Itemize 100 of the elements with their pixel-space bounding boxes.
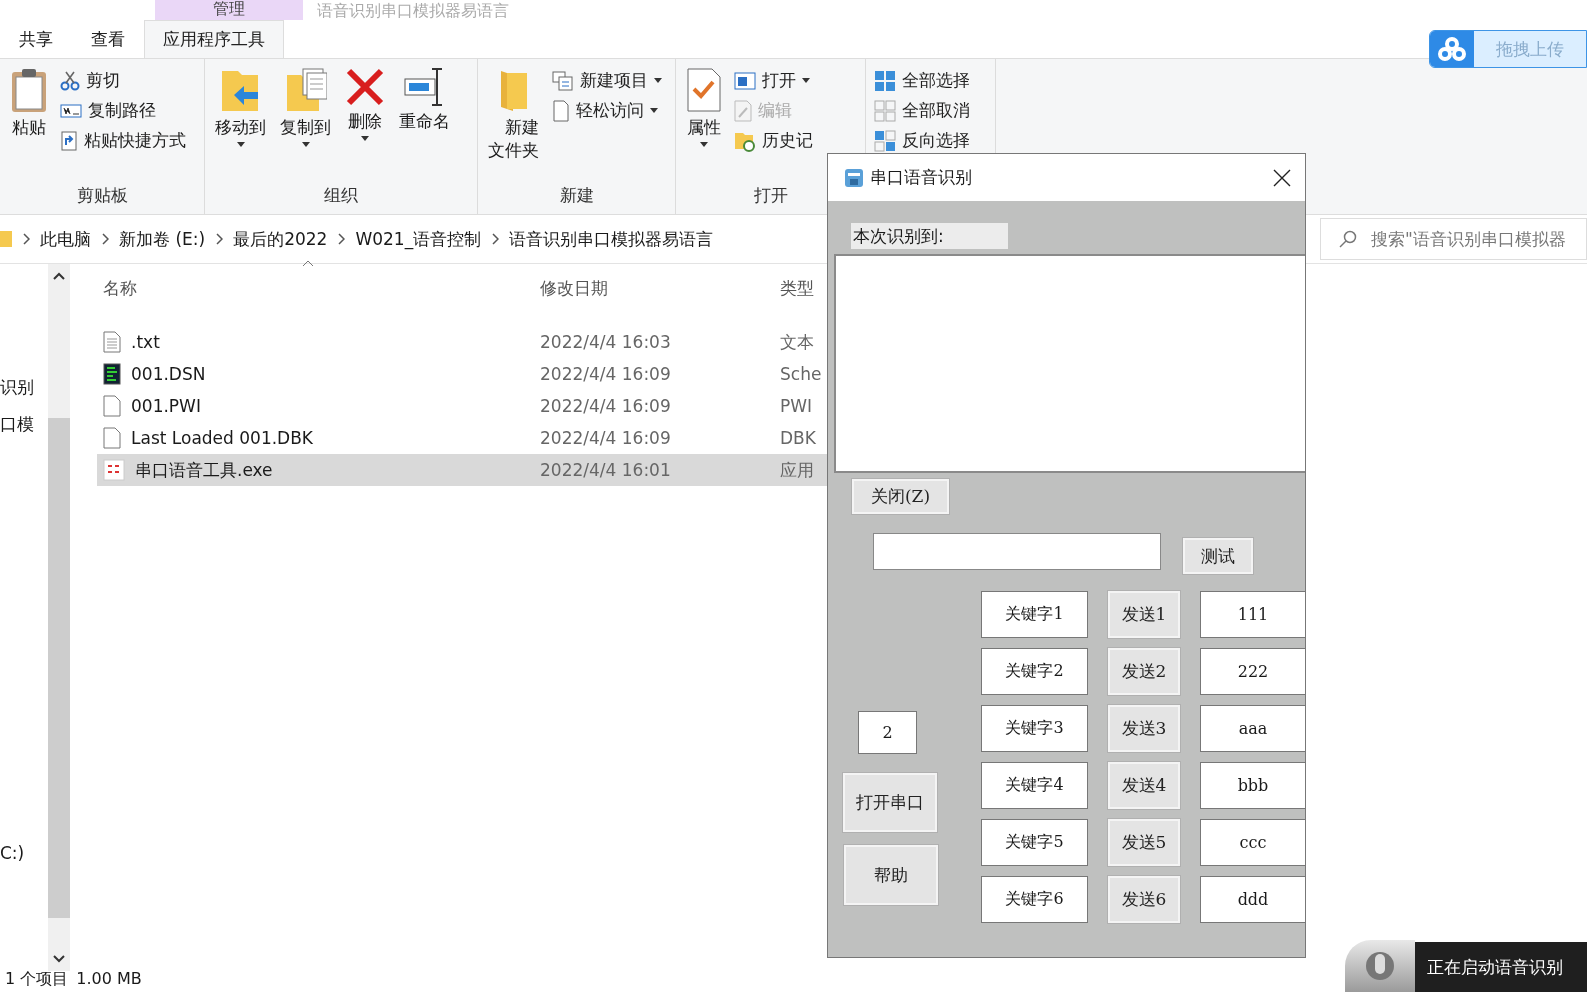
keyword-field[interactable]: 关键字4 xyxy=(981,762,1088,809)
file-date: 2022/4/4 16:09 xyxy=(539,428,672,448)
value-field[interactable]: 111 xyxy=(1200,591,1305,638)
ribbon-button[interactable]: 剪切 xyxy=(60,67,186,94)
keyword-field[interactable]: 关键字5 xyxy=(981,819,1088,866)
ribbon-button[interactable]: 新建文件夹 xyxy=(486,65,542,184)
column-header[interactable]: 类型 xyxy=(770,276,814,300)
column-header[interactable]: 名称 xyxy=(103,276,137,300)
breadcrumb[interactable]: 新加卷 (E:) xyxy=(119,227,206,251)
value-field[interactable]: 222 xyxy=(1200,648,1305,695)
ribbon-button[interactable]: 粘贴快捷方式 xyxy=(60,127,186,154)
ribbon-button[interactable]: 反向选择 xyxy=(874,127,970,154)
scissors-icon xyxy=(60,70,80,91)
microphone-icon[interactable] xyxy=(1345,940,1415,992)
ribbon-button[interactable]: 复制路径 xyxy=(60,97,186,124)
chevron-icon xyxy=(215,233,224,245)
result-label: 本次识别到: xyxy=(851,223,1008,249)
document-check-icon xyxy=(686,67,722,113)
keyword-field[interactable]: 关键字6 xyxy=(981,876,1088,923)
scroll-up-icon[interactable] xyxy=(53,272,65,280)
nav-item[interactable]: 口模 xyxy=(0,413,48,436)
file-row[interactable]: 001.DSN 2022/4/4 16:09 Sche xyxy=(97,358,877,390)
chevron-icon xyxy=(337,233,346,245)
cloud-icon xyxy=(1437,36,1467,62)
select-none-icon xyxy=(874,99,896,122)
result-text-area[interactable] xyxy=(834,254,1305,473)
ribbon-tab[interactable]: 共享 xyxy=(0,20,72,58)
file-name: Last Loaded 001.DBK xyxy=(131,428,313,448)
file-type: PWI xyxy=(779,396,813,416)
ribbon-tab[interactable]: 应用程序工具 xyxy=(144,20,284,58)
ribbon-button[interactable]: 打开 xyxy=(734,67,813,94)
ribbon-button[interactable]: 全部取消 xyxy=(874,97,970,124)
breadcrumb[interactable]: 此电脑 xyxy=(40,227,91,251)
ribbon-button[interactable]: 粘贴 xyxy=(8,65,50,184)
file-type: 文本 xyxy=(779,330,814,354)
value-field[interactable]: bbb xyxy=(1200,762,1305,809)
keyword-field[interactable]: 关键字1 xyxy=(981,591,1088,638)
scroll-down-icon[interactable] xyxy=(53,955,65,963)
group-label: 打开 xyxy=(752,184,789,207)
send-button[interactable]: 发送2 xyxy=(1108,648,1180,695)
value-field[interactable]: aaa xyxy=(1200,705,1305,752)
test-button[interactable]: 测试 xyxy=(1183,538,1253,574)
send-button[interactable]: 发送3 xyxy=(1108,705,1180,752)
ribbon-button[interactable]: 历史记 xyxy=(734,127,813,154)
voice-status-bar: 正在启动语音识别 xyxy=(1415,942,1587,992)
group-label: 组织 xyxy=(323,184,359,207)
ribbon-button[interactable]: 新建项目 xyxy=(551,67,662,94)
file-type: DBK xyxy=(779,428,816,448)
file-name: 001.DSN xyxy=(131,364,206,384)
file-date: 2022/4/4 16:09 xyxy=(539,364,672,384)
delete-icon xyxy=(345,67,385,107)
breadcrumb[interactable]: W021_语音控制 xyxy=(355,227,482,251)
breadcrumb[interactable]: 语音识别串口模拟器易语言 xyxy=(509,227,714,251)
folder-copy-icon xyxy=(284,67,327,113)
easy-access-icon xyxy=(551,99,570,122)
ribbon-button[interactable]: 移动到 xyxy=(213,65,268,184)
scrollbar[interactable] xyxy=(48,264,70,971)
file-row[interactable]: .txt 2022/4/4 16:03 文本 xyxy=(97,326,877,358)
input-field[interactable] xyxy=(873,533,1161,570)
send-button[interactable]: 发送6 xyxy=(1108,876,1180,923)
schematic-file-icon xyxy=(103,363,121,385)
ribbon-button[interactable]: 全部选择 xyxy=(874,67,970,94)
keyword-field[interactable]: 关键字2 xyxy=(981,648,1088,695)
value-field[interactable]: ddd xyxy=(1200,876,1305,923)
send-button[interactable]: 发送5 xyxy=(1108,819,1180,866)
nav-item[interactable]: 识别 xyxy=(0,376,48,399)
ribbon-tab[interactable]: 查看 xyxy=(72,20,144,58)
ribbon-button[interactable]: 属性 xyxy=(684,65,724,184)
blank-file-icon xyxy=(103,395,121,417)
column-header[interactable]: 修改日期 xyxy=(530,276,770,300)
ribbon-button[interactable]: 重命名 xyxy=(397,65,452,184)
file-date: 2022/4/4 16:01 xyxy=(539,460,672,480)
ribbon-button[interactable]: 复制到 xyxy=(278,65,333,184)
app-file-icon xyxy=(103,459,125,481)
send-button[interactable]: 发送4 xyxy=(1108,762,1180,809)
file-date: 2022/4/4 16:03 xyxy=(539,332,672,352)
ribbon-button[interactable]: 轻松访问 xyxy=(551,97,662,124)
file-date: 2022/4/4 16:09 xyxy=(539,396,672,416)
file-name: 串口语音工具.exe xyxy=(135,458,273,482)
value-field[interactable]: ccc xyxy=(1200,819,1305,866)
port-field[interactable]: 2 xyxy=(858,711,917,754)
search-icon xyxy=(1339,230,1357,248)
context-tab-header[interactable]: 管理 xyxy=(155,0,303,20)
file-row[interactable]: Last Loaded 001.DBK 2022/4/4 16:09 DBK xyxy=(97,422,877,454)
close-button[interactable]: 关闭(Z) xyxy=(852,479,949,514)
send-button[interactable]: 发送1 xyxy=(1108,591,1180,638)
shortcut-icon xyxy=(60,130,78,151)
open-port-button[interactable]: 打开串口 xyxy=(843,773,937,832)
window-title: 语音识别串口模拟器易语言 xyxy=(317,2,509,20)
select-all-icon xyxy=(874,69,896,92)
help-button[interactable]: 帮助 xyxy=(844,845,938,905)
file-name: 001.PWI xyxy=(131,396,201,416)
keyword-field[interactable]: 关键字3 xyxy=(981,705,1088,752)
item-count: 1 个项目 xyxy=(5,969,69,990)
sort-caret-icon xyxy=(302,260,314,267)
search-field[interactable]: 搜索"语音识别串口模拟器 xyxy=(1320,218,1587,260)
file-row[interactable]: 001.PWI 2022/4/4 16:09 PWI xyxy=(97,390,877,422)
ribbon-button[interactable]: 删除 xyxy=(343,65,387,184)
nav-item[interactable]: C:) xyxy=(0,843,48,863)
breadcrumb[interactable]: 最后的2022 xyxy=(233,227,328,251)
